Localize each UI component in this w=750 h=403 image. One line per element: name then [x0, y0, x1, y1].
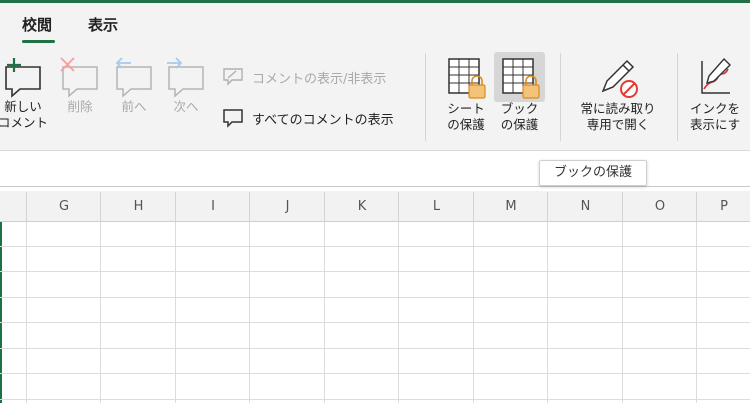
column-line [26, 222, 27, 403]
column-header-j[interactable]: J [249, 192, 325, 221]
new-comment-button[interactable]: 新しい コメント [0, 55, 50, 131]
active-tab-indicator [22, 40, 55, 43]
delete-comment-button[interactable]: 削除 [56, 55, 104, 115]
next-label: 次へ [173, 99, 199, 114]
selection-edge [0, 222, 2, 403]
ribbon-panel: 新しい コメント 削除 前へ 次へ コメントの表示/非表示 すべてのコメントの表… [0, 45, 750, 150]
row-line [0, 348, 750, 349]
hide-ink-label-1: インクを [690, 101, 741, 116]
comment-outline-icon [223, 68, 243, 86]
column-header-m[interactable]: M [473, 192, 548, 221]
column-header-h[interactable]: H [100, 192, 176, 221]
column-header-i[interactable]: I [175, 192, 250, 221]
column-line [100, 222, 101, 403]
column-header-l[interactable]: L [398, 192, 474, 221]
row-line [0, 399, 750, 400]
column-header-k[interactable]: K [324, 192, 399, 221]
ink-icon [701, 57, 731, 94]
ribbon-separator [560, 53, 561, 141]
always-open-readonly-label-2: 専用で開く [586, 117, 650, 132]
protect-workbook-label-1: ブック [500, 101, 539, 116]
ribbon-tab-bar: 校閲 表示 [0, 3, 750, 45]
pencil-prohibited-icon [601, 59, 638, 98]
column-line [547, 222, 548, 403]
show-hide-comment-label: コメントの表示/非表示 [252, 71, 387, 87]
hide-ink-button[interactable]: インクを 表示にす [690, 55, 750, 133]
column-line [249, 222, 250, 403]
sheet-lock-icon [448, 58, 486, 99]
row-line [0, 373, 750, 374]
ribbon-separator [677, 53, 678, 141]
column-line [696, 222, 697, 403]
column-header-g[interactable]: G [26, 192, 101, 221]
column-line [473, 222, 474, 403]
protect-sheet-label-1: シート [447, 101, 485, 116]
protect-sheet-label-2: の保護 [447, 117, 485, 132]
previous-label: 前へ [121, 99, 147, 114]
row-line [0, 297, 750, 298]
row-line [0, 271, 750, 272]
show-hide-comment-button[interactable]: コメントの表示/非表示 [222, 67, 386, 87]
column-header-n[interactable]: N [547, 192, 623, 221]
tab-review[interactable]: 校閲 [22, 14, 52, 35]
row-line [0, 322, 750, 323]
ribbon-separator [425, 53, 426, 141]
column-header-o[interactable]: O [622, 192, 697, 221]
new-comment-label-2: コメント [0, 115, 48, 130]
worksheet-grid[interactable] [0, 222, 750, 403]
always-open-readonly-button[interactable]: 常に読み取り 専用で開く [572, 55, 664, 133]
delete-label: 削除 [67, 99, 93, 114]
protect-workbook-button[interactable]: ブック の保護 [494, 55, 545, 133]
new-comment-label-1: 新しい [4, 99, 42, 114]
delete-comment-icon [60, 57, 98, 98]
next-comment-icon [167, 57, 204, 98]
workbook-lock-icon [501, 58, 540, 99]
column-line [622, 222, 623, 403]
tab-view[interactable]: 表示 [88, 14, 118, 35]
previous-comment-icon [115, 57, 152, 98]
column-line [324, 222, 325, 403]
show-all-comments-label: すべてのコメントの表示 [252, 112, 394, 128]
protect-workbook-label-2: の保護 [500, 117, 539, 132]
tooltip: ブックの保護 [539, 160, 647, 186]
column-header-partial[interactable] [0, 192, 26, 221]
protect-sheet-button[interactable]: シート の保護 [440, 55, 492, 133]
row-line [0, 246, 750, 247]
column-line [398, 222, 399, 403]
formula-bar-border [0, 186, 750, 187]
hide-ink-label-2: 表示にす [690, 117, 741, 132]
always-open-readonly-label-1: 常に読み取り [580, 101, 656, 116]
new-comment-icon [5, 58, 41, 98]
previous-comment-button[interactable]: 前へ [110, 55, 158, 115]
column-line [175, 222, 176, 403]
show-all-comments-button[interactable]: すべてのコメントの表示 [222, 107, 394, 129]
comments-icon [223, 109, 243, 128]
column-header-p[interactable]: P [696, 192, 750, 221]
next-comment-button[interactable]: 次へ [162, 55, 210, 115]
column-header-row: G H I J K L M N O P [0, 192, 750, 222]
